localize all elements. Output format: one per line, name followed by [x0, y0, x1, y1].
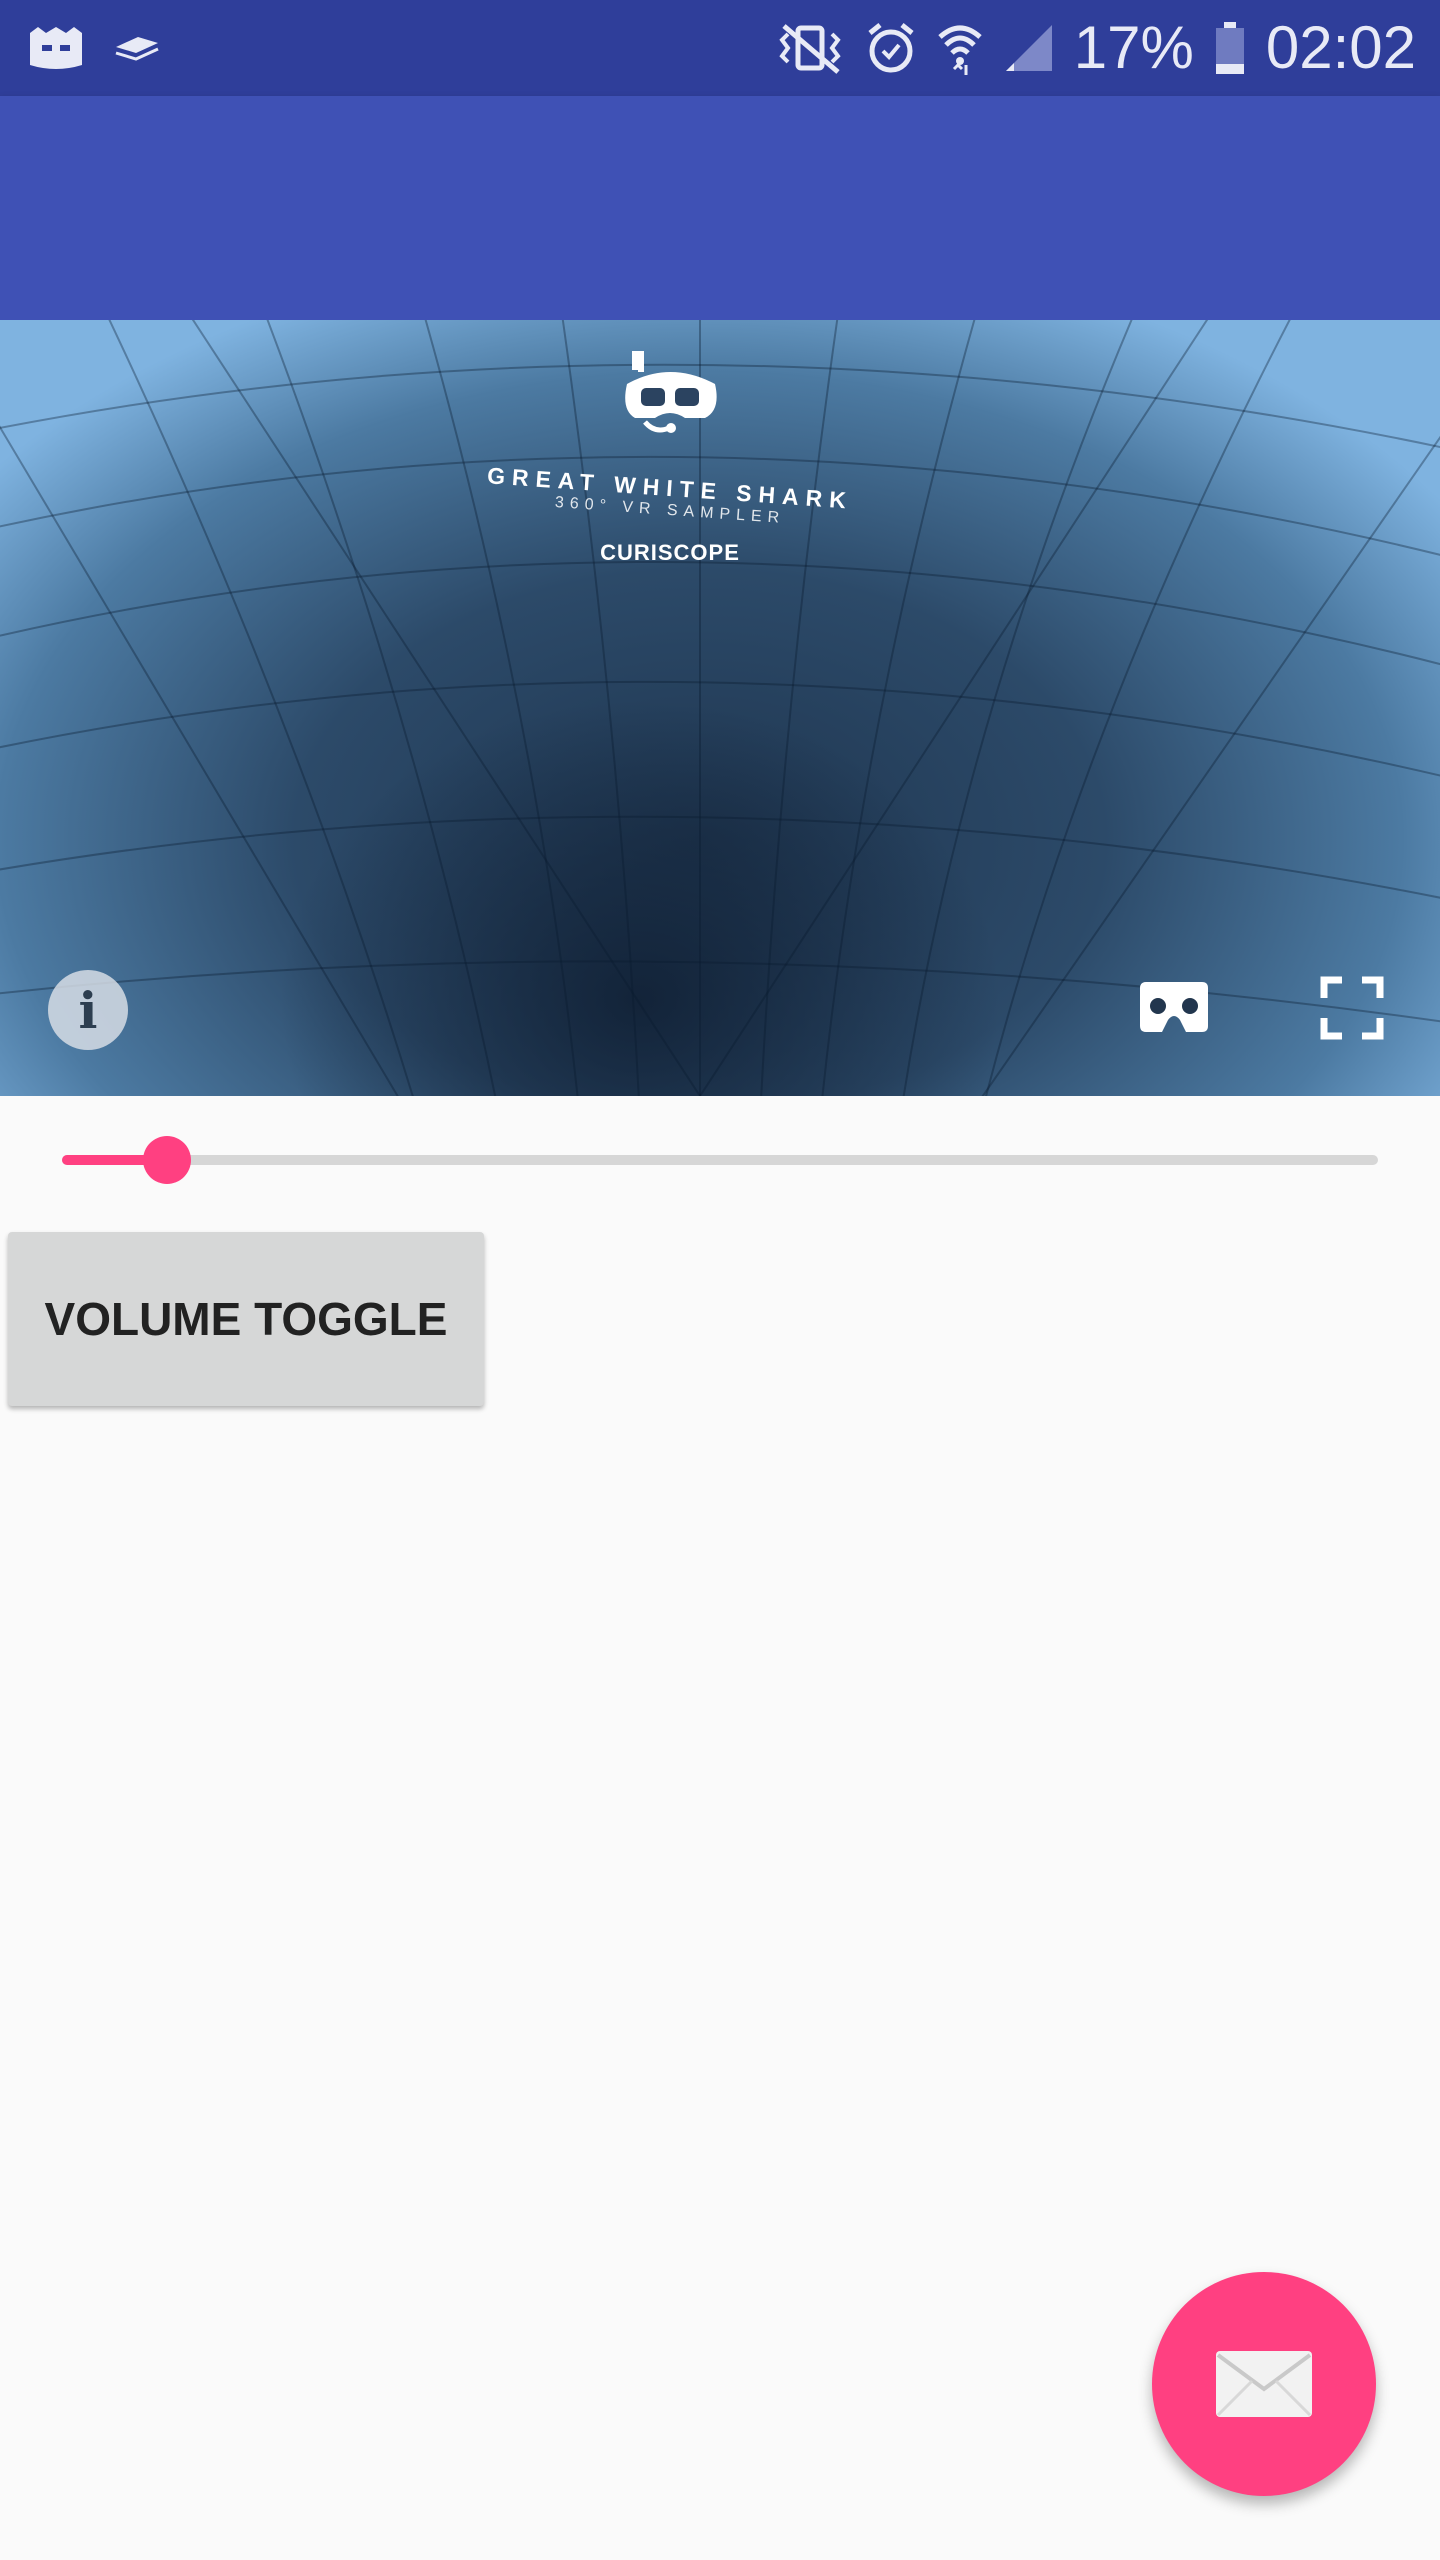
- app-notification-icon: [30, 27, 82, 69]
- info-icon[interactable]: i: [48, 970, 128, 1050]
- status-bar: 17% 02:02: [0, 0, 1440, 96]
- video-logo: GREAT WHITE SHARK 360° VR SAMPLER CURISC…: [470, 350, 870, 590]
- fullscreen-icon[interactable]: [1320, 976, 1384, 1040]
- vr-video-view[interactable]: GREAT WHITE SHARK 360° VR SAMPLER CURISC…: [0, 320, 1440, 1096]
- diver-mask-icon: [625, 351, 717, 433]
- vibrate-off-icon: [779, 24, 841, 74]
- wifi-icon: [938, 25, 982, 75]
- app-toolbar: [0, 96, 1440, 320]
- email-fab-button[interactable]: [1152, 2272, 1376, 2496]
- slider-thumb[interactable]: [143, 1136, 191, 1184]
- status-left-icons: [28, 24, 162, 72]
- volume-toggle-button[interactable]: VOLUME TOGGLE: [8, 1232, 484, 1406]
- cardboard-vr-icon[interactable]: [1136, 976, 1212, 1046]
- seek-slider[interactable]: [62, 1130, 1378, 1190]
- battery-icon: [1215, 22, 1244, 74]
- logo-brand: CURISCOPE: [600, 540, 740, 565]
- email-icon: [1216, 2351, 1312, 2417]
- battery-percent-text: 17%: [1073, 14, 1194, 81]
- clock-text: 02:02: [1265, 14, 1416, 81]
- signal-icon: [1005, 25, 1052, 71]
- alarm-icon: [868, 23, 914, 73]
- status-right-icons: 17% 02:02: [774, 10, 1416, 86]
- sync-notification-icon: [115, 37, 159, 61]
- slider-track: [62, 1155, 1378, 1165]
